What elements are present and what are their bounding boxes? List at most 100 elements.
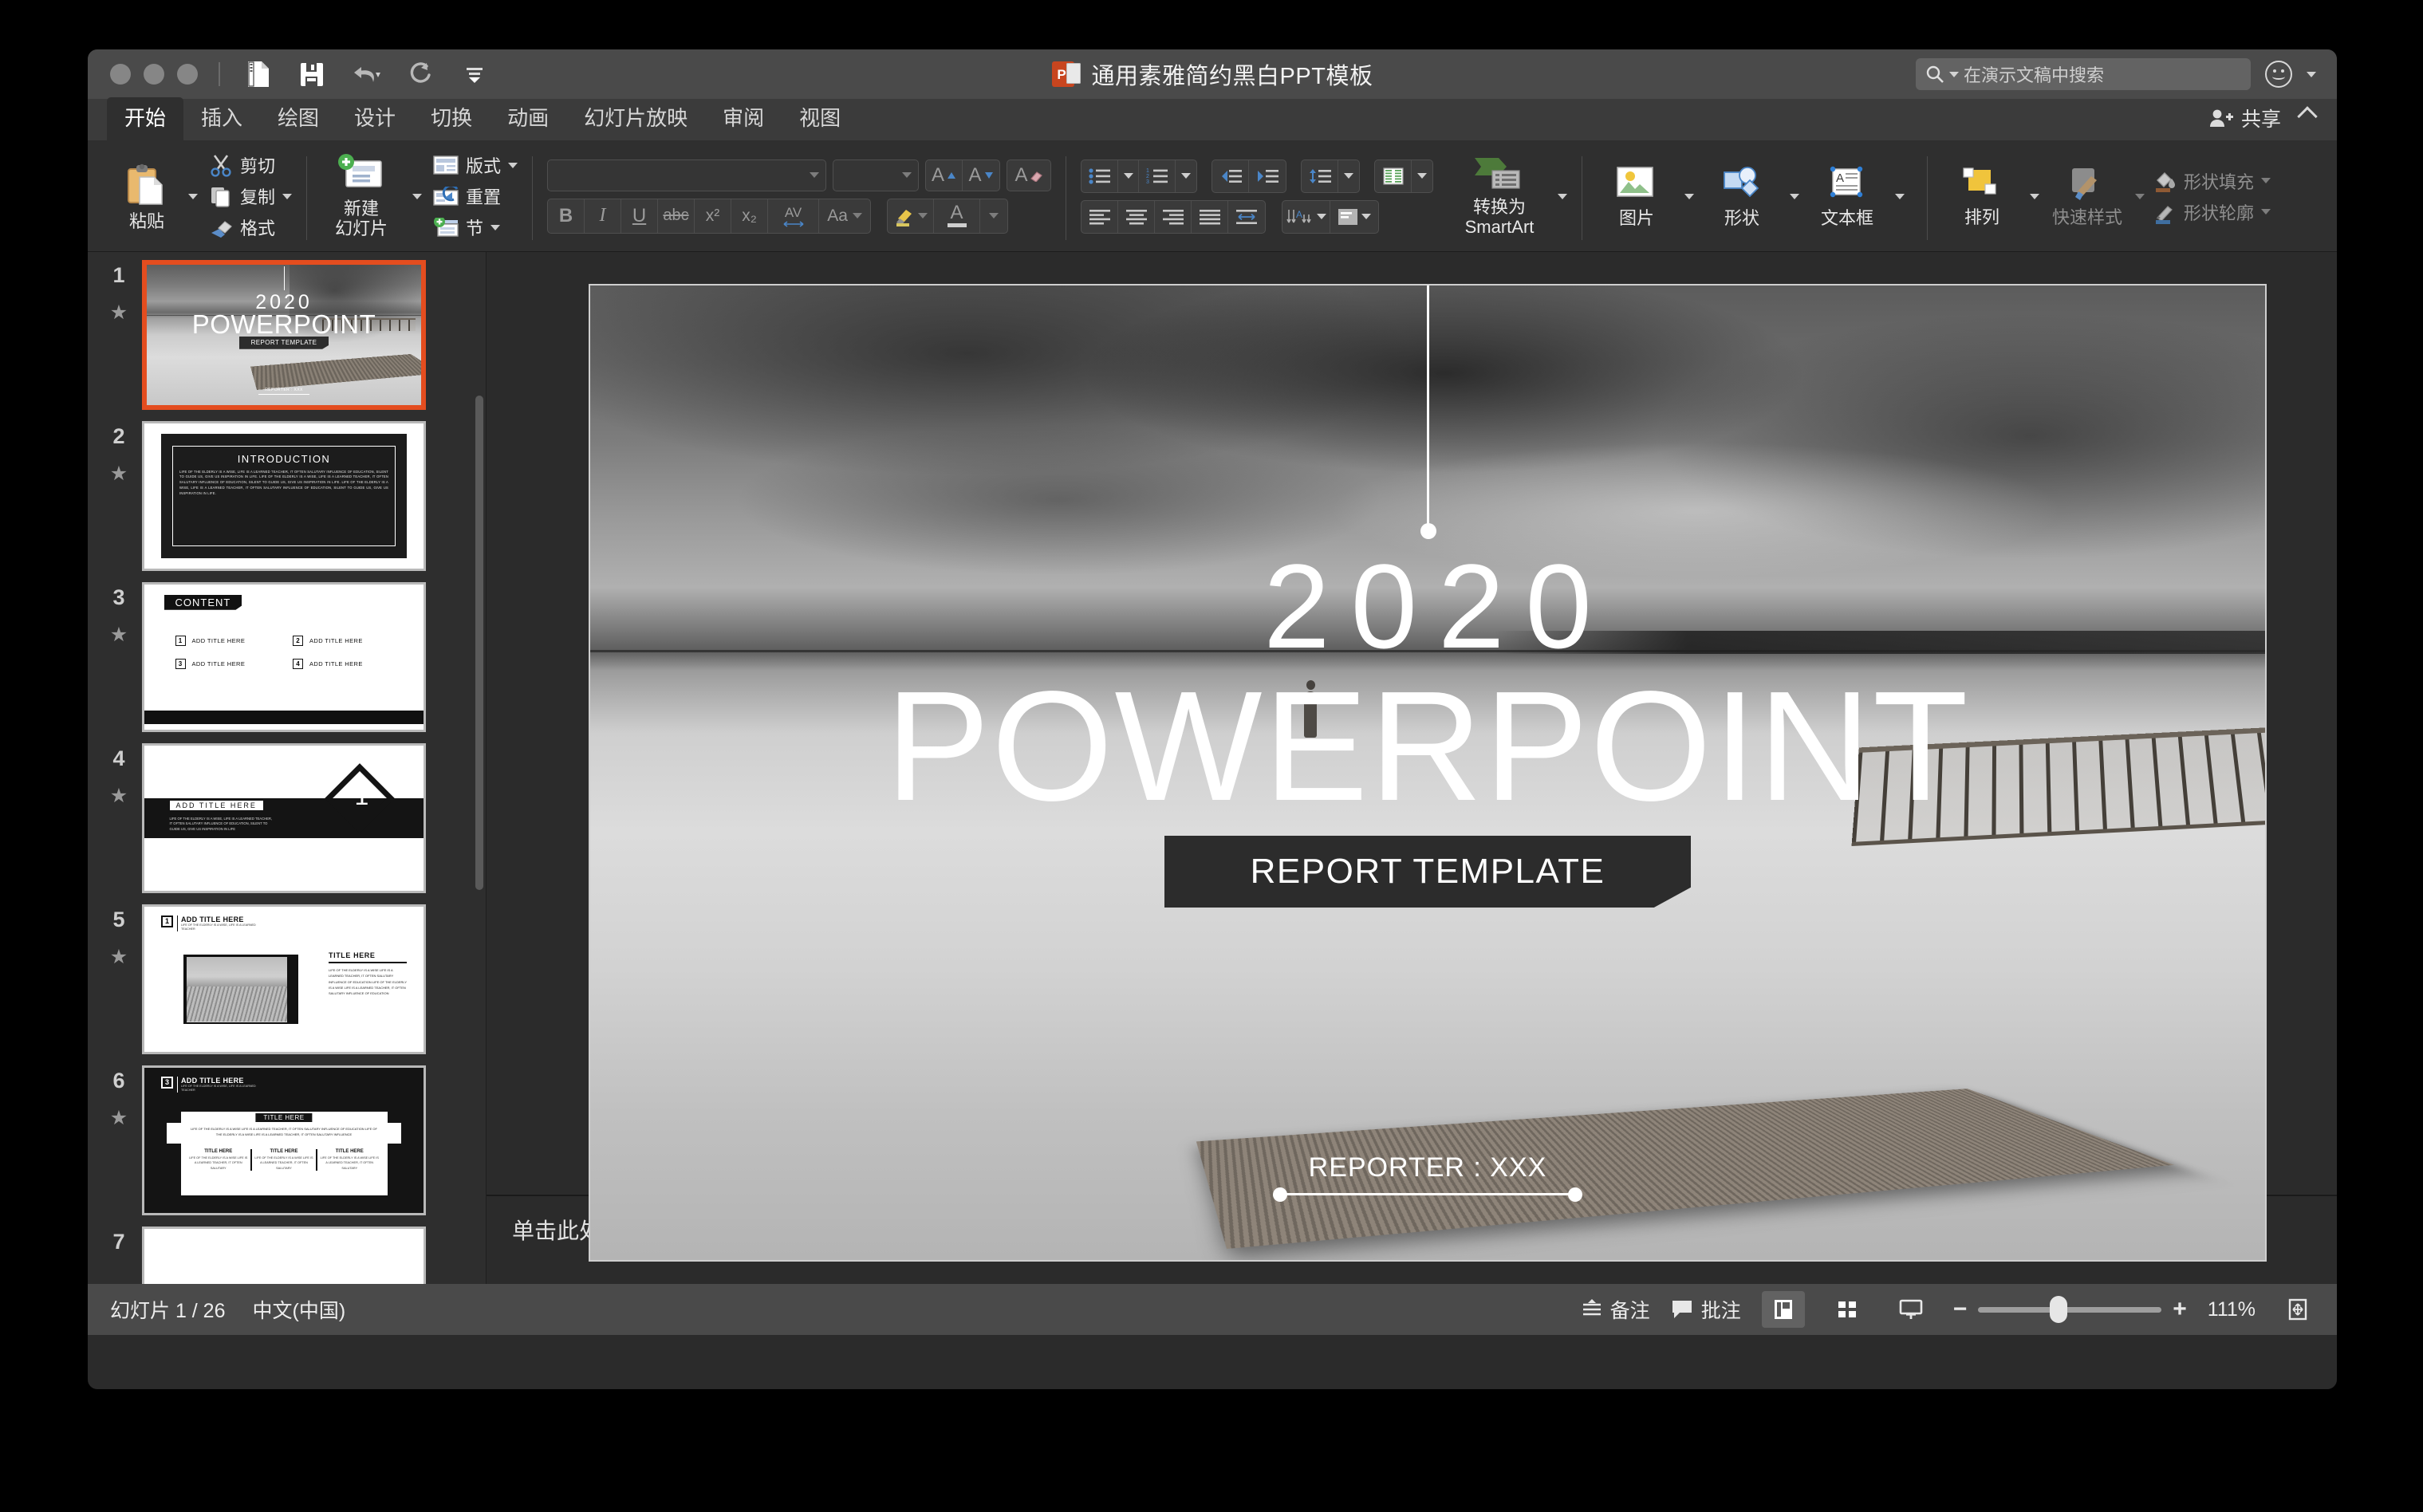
shapes-chevron-down-icon[interactable] [1790, 193, 1800, 199]
shrink-font-button[interactable]: A [963, 160, 999, 191]
comments-toggle-button[interactable]: 批注 [1671, 1295, 1741, 1324]
customize-toolbar-icon[interactable] [458, 57, 491, 91]
textbox-chevron-down-icon[interactable] [1895, 193, 1905, 199]
zoom-in-button[interactable]: + [2173, 1296, 2187, 1323]
highlight-chevron-down-icon[interactable] [917, 213, 928, 219]
clear-formatting-button[interactable]: A [1007, 159, 1052, 191]
undo-icon[interactable] [349, 57, 383, 91]
account-chevron-down-icon[interactable] [2307, 71, 2316, 77]
tab-insert[interactable]: 插入 [183, 97, 260, 140]
align-text-button[interactable] [1330, 201, 1378, 233]
font-color-chevron-cell[interactable] [980, 199, 1007, 233]
zoom-level-label[interactable]: 111% [2208, 1298, 2256, 1321]
thumbnail-item-2[interactable]: 2 ★ INTRODUCTION LIFE OF THE ELDERLY IS … [88, 421, 486, 582]
line-spacing-button[interactable] [1302, 159, 1339, 192]
collapse-ribbon-chevron-up-icon[interactable] [2297, 106, 2318, 127]
current-slide[interactable]: 2020 POWERPOINT REPORT TEMPLATE REPORTER… [589, 284, 2267, 1262]
change-case-button[interactable]: Aa [819, 199, 870, 233]
change-case-chevron-down-icon[interactable] [852, 213, 862, 219]
picture-button[interactable]: 图片 [1597, 164, 1676, 229]
thumbnail-scrollbar[interactable] [475, 396, 483, 890]
bullet-list-chevron-cell[interactable] [1118, 159, 1140, 192]
slide-title-text[interactable]: POWERPOINT [590, 668, 2265, 825]
numbered-list-button[interactable]: 123 [1139, 159, 1176, 192]
slideshow-view-button[interactable] [1889, 1291, 1932, 1328]
thumbnail-preview-5[interactable]: 1 ADD TITLE HERE LIFE OF THE ELDERLY IS … [142, 904, 426, 1054]
bullet-list-chevron-down-icon[interactable] [1123, 173, 1133, 179]
font-name-input[interactable] [547, 159, 827, 191]
grow-font-button[interactable]: A [926, 159, 963, 191]
font-size-input[interactable] [833, 159, 920, 191]
align-right-button[interactable] [1155, 200, 1192, 233]
numbered-list-chevron-down-icon[interactable] [1181, 173, 1192, 179]
thumbnail-preview-6[interactable]: 3 ADD TITLE HERE LIFE OF THE ELDERLY IS … [142, 1065, 426, 1215]
copy-button[interactable]: 复制 [209, 183, 293, 209]
distribute-button[interactable] [1228, 201, 1265, 233]
search-input[interactable]: 在演示文稿中搜索 [1916, 58, 2251, 90]
zoom-button[interactable] [177, 64, 198, 85]
smiley-face-icon[interactable] [2265, 61, 2292, 88]
thumbnail-preview-7[interactable] [142, 1227, 426, 1284]
columns-chevron-down-icon[interactable] [1417, 173, 1428, 179]
tab-review[interactable]: 审阅 [705, 97, 782, 140]
save-icon[interactable] [295, 57, 329, 91]
align-center-button[interactable] [1118, 200, 1156, 233]
align-text-chevron-down-icon[interactable] [1361, 214, 1372, 219]
share-button[interactable]: 共享 [2209, 104, 2281, 132]
font-color-button[interactable]: A [934, 199, 981, 233]
tab-home[interactable]: 开始 [107, 97, 184, 140]
tab-slideshow[interactable]: 幻灯片放映 [566, 97, 705, 140]
reset-button[interactable]: 重置 [433, 183, 518, 209]
line-spacing-chevron-down-icon[interactable] [1344, 173, 1354, 179]
thumbnail-preview-2[interactable]: INTRODUCTION LIFE OF THE ELDERLY IS A WI… [142, 421, 426, 571]
zoom-knob[interactable] [2050, 1296, 2068, 1323]
increase-indent-button[interactable] [1249, 160, 1286, 192]
thumbnail-item-3[interactable]: 3 ★ CONTENT 1 ADD TITLE HERE 2 ADD TITLE H… [88, 582, 486, 743]
italic-button[interactable]: I [585, 199, 622, 233]
font-name-chevron-down-icon[interactable] [810, 172, 820, 178]
tab-design[interactable]: 设计 [337, 97, 413, 140]
new-slide-button[interactable]: 新建 幻灯片 [321, 153, 401, 238]
window-controls[interactable] [110, 64, 198, 85]
normal-view-button[interactable] [1761, 1291, 1805, 1328]
bold-button[interactable]: B [548, 199, 585, 233]
superscript-button[interactable]: x² [695, 199, 732, 233]
new-slide-chevron-down-icon[interactable] [412, 193, 423, 199]
cut-button[interactable]: 剪切 [209, 152, 292, 178]
slide-thumbnail-panel[interactable]: 1 ★ 2020 POWERPOINT REPORT TEMPLATE REPO [88, 252, 487, 1284]
text-direction-chevron-down-icon[interactable] [1316, 214, 1326, 219]
search-scope-chevron-down-icon[interactable] [1949, 71, 1959, 77]
arrange-chevron-down-icon[interactable] [2030, 193, 2040, 199]
thumbnail-preview-4[interactable]: ADD TITLE HERE LIFE OF THE ELDERLY IS A … [142, 743, 426, 893]
shapes-button[interactable]: 形状 [1702, 164, 1782, 229]
strikethrough-button[interactable]: abc [658, 199, 695, 233]
arrange-button[interactable]: 排列 [1942, 165, 2022, 228]
picture-chevron-down-icon[interactable] [1684, 193, 1695, 199]
tab-view[interactable]: 视图 [782, 97, 858, 140]
minimize-button[interactable] [144, 64, 164, 85]
justify-button[interactable] [1192, 200, 1229, 233]
columns-button[interactable] [1375, 159, 1412, 192]
fit-slide-to-window-button[interactable] [2276, 1291, 2319, 1328]
zoom-slider[interactable]: − + [1953, 1296, 2187, 1323]
bullet-list-button[interactable] [1081, 159, 1119, 192]
thumbnail-preview-1[interactable]: 2020 POWERPOINT REPORT TEMPLATE REPORTER… [142, 260, 426, 410]
text-direction-button[interactable]: A [1282, 200, 1331, 233]
format-painter-button[interactable]: 格式 [209, 215, 292, 240]
new-presentation-icon[interactable] [241, 57, 274, 91]
character-spacing-button[interactable]: AV [768, 199, 820, 233]
redo-icon[interactable] [404, 57, 437, 91]
slide-year-text[interactable]: 2020 [590, 537, 2265, 675]
font-size-chevron-down-icon[interactable] [902, 172, 912, 178]
numbered-list-chevron-cell[interactable] [1176, 160, 1196, 192]
thumbnail-item-5[interactable]: 5 ★ 1 ADD TITLE HERE LIFE OF THE ELDERLY… [88, 904, 486, 1065]
align-left-button[interactable] [1081, 200, 1119, 233]
thumbnail-item-6[interactable]: 6 ★ 3 ADD TITLE HERE LIFE OF THE ELDERLY… [88, 1065, 486, 1227]
notes-toggle-button[interactable]: 备注 [1580, 1295, 1650, 1324]
textbox-button[interactable]: A 文本框 [1807, 164, 1887, 229]
zoom-track[interactable] [1978, 1296, 2162, 1323]
slide-editing-surface[interactable]: 2020 POWERPOINT REPORT TEMPLATE REPORTER… [487, 252, 2337, 1262]
tab-animations[interactable]: 动画 [490, 97, 566, 140]
tab-draw[interactable]: 绘图 [260, 97, 337, 140]
font-color-chevron-down-icon[interactable] [989, 213, 999, 219]
